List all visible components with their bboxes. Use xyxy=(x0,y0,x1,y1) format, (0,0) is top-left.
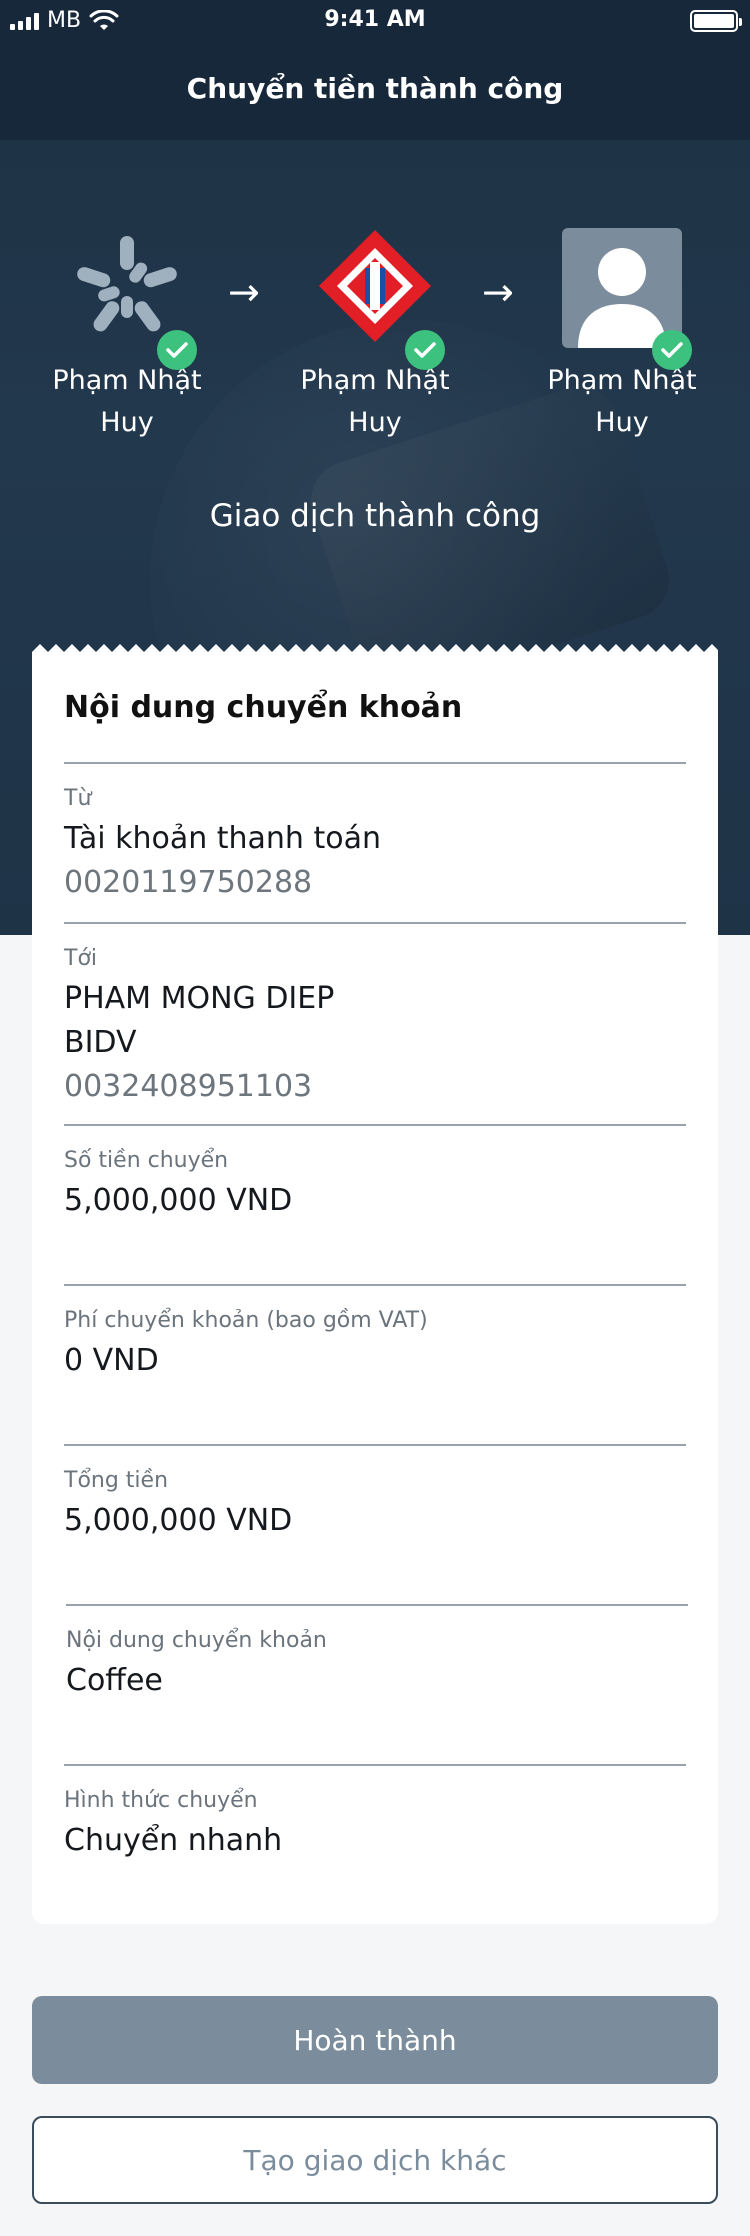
page-title: Chuyển tiền thành công xyxy=(186,72,564,105)
from-label: Từ xyxy=(64,786,92,811)
method-label: Hình thức chuyển xyxy=(64,1788,258,1813)
sender-name: Phạm Nhật Huy xyxy=(52,365,202,438)
amount-value: 5,000,000 VND xyxy=(64,1183,293,1218)
receipt-edge xyxy=(32,644,718,660)
method-value: Chuyển nhanh xyxy=(64,1823,283,1858)
fee-value: 0 VND xyxy=(64,1343,159,1378)
arrow-right-icon: → xyxy=(482,270,514,314)
flow-node-bank: Phạm Nhật Huy xyxy=(275,228,475,444)
flow-node-recipient: Phạm Nhật Huy xyxy=(522,228,722,444)
new-transaction-button[interactable]: Tạo giao dịch khác xyxy=(32,2116,718,2204)
recipient-name: PHAM MONG DIEP xyxy=(64,981,335,1016)
arrow-right-icon: → xyxy=(228,270,260,314)
from-row: Từ Tài khoản thanh toán 0020119750288 xyxy=(64,762,686,922)
content-row: Nội dung chuyển khoản Coffee xyxy=(66,1604,688,1764)
bank-node-name: Phạm Nhật Huy xyxy=(300,365,450,438)
total-value: 5,000,000 VND xyxy=(64,1503,293,1538)
content-label: Nội dung chuyển khoản xyxy=(66,1628,327,1653)
status-bar: MB 9:41 AM xyxy=(0,0,750,40)
to-label: Tới xyxy=(64,946,98,971)
total-row: Tổng tiền 5,000,000 VND xyxy=(64,1444,686,1604)
method-row: Hình thức chuyển Chuyển nhanh xyxy=(64,1764,686,1924)
check-icon xyxy=(157,330,197,370)
check-icon xyxy=(652,330,692,370)
recipient-node-name: Phạm Nhật Huy xyxy=(547,365,697,438)
from-account-number: 0020119750288 xyxy=(64,865,313,900)
fee-label: Phí chuyển khoản (bao gồm VAT) xyxy=(64,1308,428,1333)
flow-node-sender: Phạm Nhật Huy xyxy=(27,228,227,444)
amount-label: Số tiền chuyển xyxy=(64,1148,229,1173)
fee-row: Phí chuyển khoản (bao gồm VAT) 0 VND xyxy=(64,1284,686,1444)
recipient-bank: BIDV xyxy=(64,1025,137,1060)
from-account-type: Tài khoản thanh toán xyxy=(64,821,381,856)
transfer-details-card: Nội dung chuyển khoản Từ Tài khoản thanh… xyxy=(32,644,718,1924)
transaction-status: Giao dịch thành công xyxy=(209,498,541,534)
to-row: Tới PHAM MONG DIEP BIDV 0032408951103 xyxy=(64,922,686,1124)
user-avatar-icon xyxy=(562,228,692,370)
content-value: Coffee xyxy=(66,1663,163,1698)
battery-icon xyxy=(690,10,742,32)
check-icon xyxy=(405,330,445,370)
card-title: Nội dung chuyển khoản xyxy=(64,690,463,725)
mb-bank-logo-icon xyxy=(67,228,197,370)
total-label: Tổng tiền xyxy=(64,1468,169,1493)
done-button[interactable]: Hoàn thành xyxy=(32,1996,718,2084)
bidv-logo-icon xyxy=(315,228,445,370)
recipient-account-number: 0032408951103 xyxy=(64,1069,313,1104)
amount-row: Số tiền chuyển 5,000,000 VND xyxy=(64,1124,686,1284)
status-time: 9:41 AM xyxy=(324,7,426,32)
